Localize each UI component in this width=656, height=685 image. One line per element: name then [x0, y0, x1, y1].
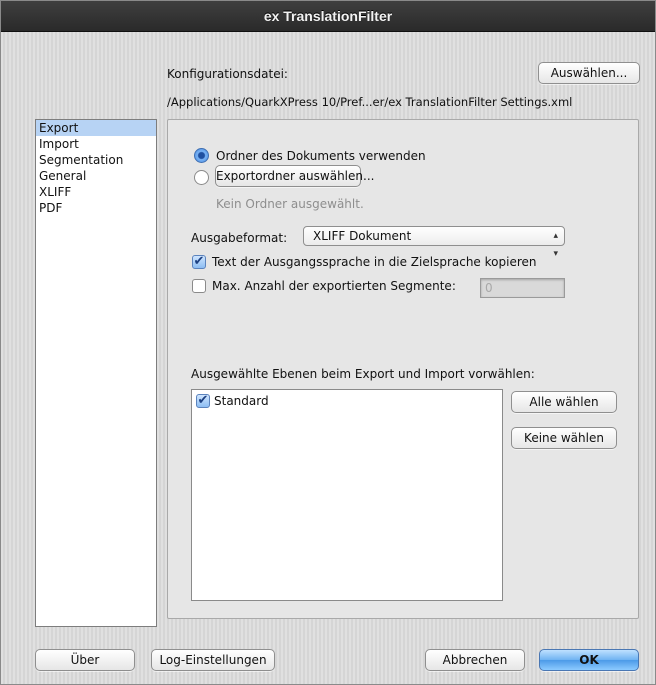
category-list[interactable]: Export Import Segmentation General XLIFF…	[35, 119, 157, 627]
title-bar[interactable]: ex TranslationFilter	[1, 1, 655, 32]
choose-export-folder-radio[interactable]	[194, 170, 209, 185]
layers-list[interactable]: ✔ Standard	[191, 389, 503, 601]
sidebar-item-segmentation[interactable]: Segmentation	[36, 152, 156, 168]
log-settings-button[interactable]: Log-Einstellungen	[151, 649, 275, 671]
copy-source-text-checkbox[interactable]: ✔	[192, 255, 206, 269]
sidebar-item-general[interactable]: General	[36, 168, 156, 184]
layer-standard-checkbox[interactable]: ✔	[196, 394, 210, 408]
copy-source-text-label: Text der Ausgangssprache in die Zielspra…	[212, 255, 537, 269]
sidebar-item-xliff[interactable]: XLIFF	[36, 184, 156, 200]
sidebar-item-export[interactable]: Export	[36, 120, 156, 136]
max-segments-field[interactable]: 0	[480, 278, 565, 298]
sidebar-item-pdf[interactable]: PDF	[36, 200, 156, 216]
about-button[interactable]: Über	[35, 649, 135, 671]
select-all-layers-button[interactable]: Alle wählen	[511, 391, 617, 413]
ok-button[interactable]: OK	[539, 649, 639, 671]
layer-standard-label: Standard	[214, 394, 269, 408]
window-title: ex TranslationFilter	[263, 8, 393, 24]
use-doc-folder-label: Ordner des Dokuments verwenden	[216, 149, 426, 163]
output-format-value: XLIFF Dokument	[313, 229, 412, 243]
choose-config-button[interactable]: Auswählen...	[538, 62, 640, 84]
choose-export-folder-button[interactable]: Exportordner auswählen...	[215, 165, 374, 187]
cancel-button[interactable]: Abbrechen	[425, 649, 525, 671]
config-file-label: Konfigurationsdatei:	[167, 67, 288, 81]
output-format-label: Ausgabeformat:	[191, 231, 288, 245]
no-folder-text: Kein Ordner ausgewählt.	[216, 197, 364, 211]
dialog-window: ex TranslationFilter Konfigurationsdatei…	[0, 0, 656, 685]
sidebar-item-import[interactable]: Import	[36, 136, 156, 152]
select-no-layers-button[interactable]: Keine wählen	[511, 427, 617, 449]
use-doc-folder-radio[interactable]	[194, 148, 209, 163]
max-segments-checkbox[interactable]	[192, 279, 206, 293]
select-arrows-icon: ▴ ▾	[553, 231, 558, 259]
output-format-select[interactable]: XLIFF Dokument ▴ ▾	[303, 226, 565, 259]
config-file-path: /Applications/QuarkXPress 10/Pref...er/e…	[167, 95, 573, 109]
max-segments-label: Max. Anzahl der exportierten Segmente:	[212, 279, 456, 293]
layers-label: Ausgewählte Ebenen beim Export und Impor…	[191, 367, 535, 381]
